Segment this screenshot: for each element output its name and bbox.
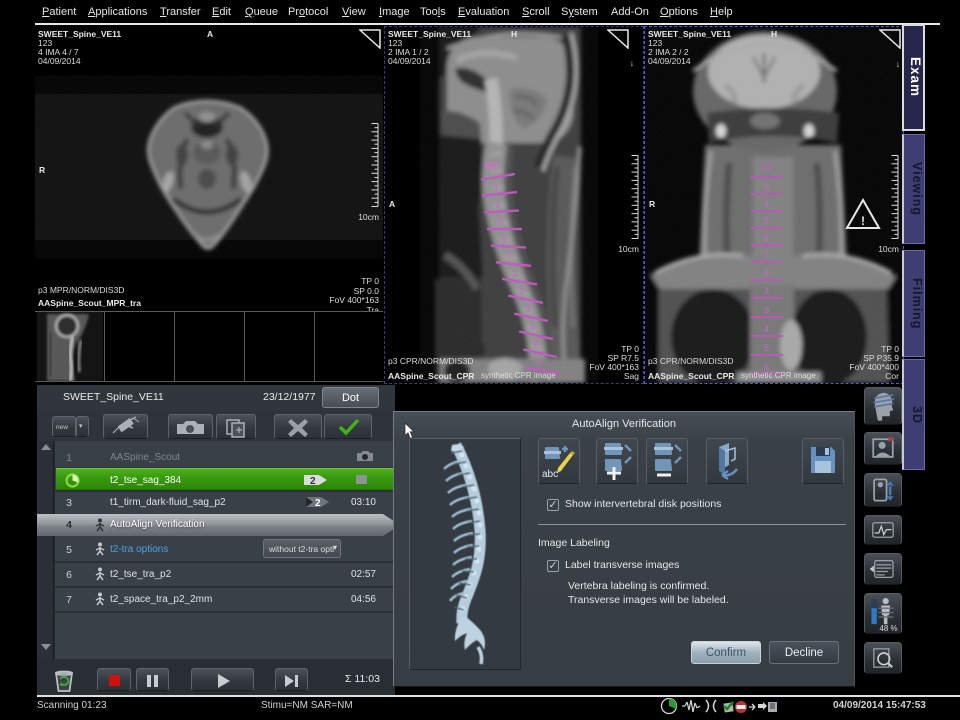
svg-text:C2: C2 (761, 162, 773, 172)
svg-text:2: 2 (315, 498, 321, 509)
svg-text:!: ! (861, 214, 865, 228)
svg-text:abc: abc (542, 469, 558, 480)
svg-text:2: 2 (310, 476, 316, 487)
svg-text:48 %: 48 % (879, 624, 897, 633)
